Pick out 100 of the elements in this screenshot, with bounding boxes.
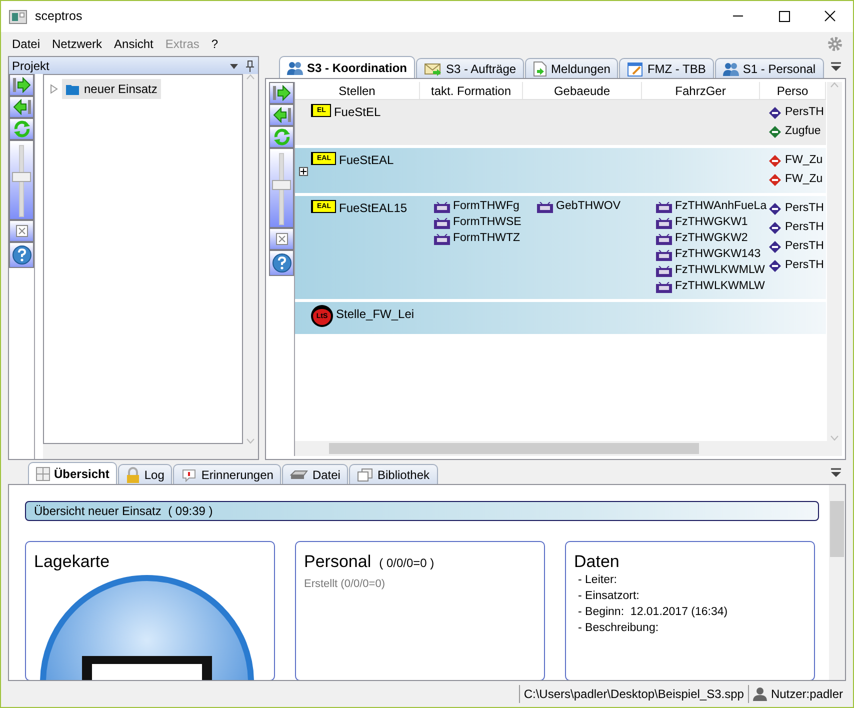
- data-line: - Beschreibung:: [577, 621, 660, 636]
- person-name[interactable]: PersTH: [785, 256, 824, 274]
- vertical-scrollbar[interactable]: [829, 485, 845, 680]
- refresh-icon: [12, 120, 30, 138]
- overview-header: Übersicht neuer Einsatz ( 09:39 ): [25, 501, 819, 521]
- person-name[interactable]: FW_Zu: [785, 170, 823, 188]
- card-title: Personal: [304, 552, 372, 572]
- building-icon: [537, 202, 553, 212]
- horizontal-scrollbar[interactable]: [295, 441, 842, 456]
- vehicle-name[interactable]: FzTHWGKW1: [675, 214, 748, 232]
- unit-name[interactable]: FueStEL: [334, 103, 381, 121]
- tab[interactable]: Übersicht: [28, 462, 118, 484]
- tab[interactable]: Log: [118, 464, 172, 484]
- unit-name[interactable]: FueStEAL: [339, 151, 394, 169]
- help-icon: [272, 253, 292, 273]
- close-icon[interactable]: [824, 10, 836, 23]
- created-count: Erstellt (0/0/0=0): [304, 577, 386, 592]
- collapse-button[interactable]: [269, 104, 294, 126]
- menu-item[interactable]: Ansicht: [108, 33, 160, 55]
- column-header[interactable]: Stellen: [295, 82, 420, 99]
- tab[interactable]: FMZ - TBB: [619, 58, 714, 78]
- user-icon: [752, 686, 767, 700]
- horizontal-scrollbar[interactable]: [43, 444, 258, 459]
- clear-button[interactable]: [269, 228, 294, 250]
- formation-name[interactable]: FormTHWSE: [453, 214, 522, 232]
- vehicle-icon: [656, 250, 672, 260]
- unit-name[interactable]: Stelle_FW_Lei: [336, 305, 414, 323]
- card-title: Daten: [574, 552, 620, 572]
- tab[interactable]: Bibliothek: [349, 464, 438, 484]
- zoom-slider[interactable]: [271, 153, 292, 225]
- building-name[interactable]: GebTHWOV: [556, 198, 621, 216]
- clear-button[interactable]: [9, 220, 34, 242]
- vehicle-icon: [656, 282, 672, 292]
- menu-item[interactable]: Datei: [6, 33, 46, 55]
- tab[interactable]: Meldungen: [525, 58, 618, 78]
- column-header[interactable]: takt. Formation: [420, 82, 523, 99]
- windows-icon: [357, 468, 374, 482]
- zoom-slider[interactable]: [11, 145, 32, 217]
- collapse-button[interactable]: [9, 96, 34, 118]
- person-name[interactable]: FW_Zu: [785, 152, 823, 170]
- drive-icon: [290, 468, 308, 480]
- expand-button[interactable]: [269, 82, 294, 104]
- app-icon: [9, 10, 27, 24]
- expand-toggle[interactable]: [299, 167, 308, 176]
- vehicle-icon: [656, 202, 672, 212]
- column-header[interactable]: Perso: [760, 82, 826, 99]
- clear-icon: [276, 233, 288, 245]
- expand-button[interactable]: [9, 74, 34, 96]
- formation-icon: [434, 218, 450, 228]
- people-icon: [722, 62, 739, 76]
- data-line: - Einsatzort:: [577, 589, 640, 604]
- tab[interactable]: S3 - Aufträge: [416, 58, 524, 78]
- column-header[interactable]: FahrzGer: [642, 82, 760, 99]
- menu-item[interactable]: Netzwerk: [46, 33, 108, 55]
- vehicle-name[interactable]: FzTHWLKWMLW: [675, 262, 765, 280]
- tab[interactable]: S1 - Personal: [714, 58, 824, 78]
- maximize-icon[interactable]: [778, 10, 790, 23]
- refresh-icon: [272, 128, 290, 146]
- column-header[interactable]: Gebaeude: [523, 82, 642, 99]
- person-name[interactable]: PersTH: [785, 218, 824, 236]
- dropdown-icon[interactable]: [229, 62, 239, 70]
- data-line: - Leiter:: [577, 573, 618, 588]
- person-name[interactable]: PersTH: [785, 200, 824, 218]
- lock-icon: [126, 466, 140, 482]
- expand-arrow-icon[interactable]: [50, 84, 58, 94]
- panel-title: Projekt: [12, 58, 50, 74]
- overflow-menu-icon[interactable]: [830, 62, 842, 72]
- vehicle-icon: [656, 266, 672, 276]
- vehicle-icon: [656, 234, 672, 244]
- person-name[interactable]: PersTH: [785, 238, 824, 256]
- slider-thumb[interactable]: [12, 172, 31, 182]
- vehicle-name[interactable]: FzTHWGKW143: [675, 246, 761, 264]
- envelope-icon: [424, 62, 442, 76]
- person-name[interactable]: Zugfue: [785, 122, 821, 140]
- vehicle-name[interactable]: FzTHWLKWMLW: [675, 278, 765, 296]
- help-button[interactable]: [9, 242, 34, 268]
- tab[interactable]: Erinnerungen: [173, 464, 282, 484]
- help-icon: [12, 245, 32, 265]
- clear-icon: [16, 225, 28, 237]
- formation-name[interactable]: FormTHWTZ: [453, 230, 520, 248]
- collapse-right-icon: [272, 85, 292, 101]
- help-button[interactable]: [269, 250, 294, 276]
- vehicle-name[interactable]: FzTHWGKW2: [675, 230, 748, 248]
- settings-icon[interactable]: [827, 36, 843, 52]
- speech-bubble-icon: [181, 468, 198, 482]
- pin-icon[interactable]: [245, 60, 255, 72]
- formation-icon: [434, 234, 450, 244]
- formation-name[interactable]: FormTHWFg: [453, 198, 520, 216]
- tree-item[interactable]: neuer Einsatz: [62, 79, 162, 99]
- vehicle-name[interactable]: FzTHWAnhFueLa: [675, 198, 767, 216]
- overflow-menu-icon[interactable]: [830, 468, 842, 478]
- slider-thumb[interactable]: [272, 180, 291, 190]
- window-title: sceptros: [35, 8, 82, 26]
- refresh-button[interactable]: [269, 126, 294, 148]
- tab[interactable]: S3 - Koordination: [279, 56, 415, 78]
- unit-name[interactable]: FueStEAL15: [339, 199, 408, 217]
- refresh-button[interactable]: [9, 118, 34, 140]
- tab[interactable]: Datei: [282, 464, 348, 484]
- menu-item[interactable]: ?: [205, 33, 224, 55]
- person-name[interactable]: PersTH: [785, 104, 824, 122]
